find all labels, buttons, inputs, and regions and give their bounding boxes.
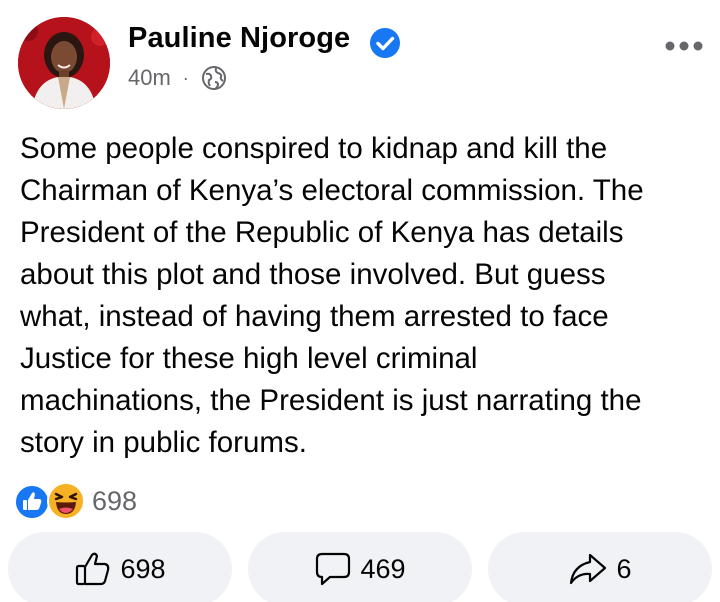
meta-separator: · bbox=[182, 67, 189, 88]
post-timestamp[interactable]: 40m bbox=[128, 65, 171, 91]
haha-reaction-icon bbox=[47, 482, 85, 520]
like-button[interactable]: 698 bbox=[8, 532, 232, 602]
more-options-icon[interactable] bbox=[663, 34, 705, 58]
like-count: 698 bbox=[120, 553, 166, 584]
globe-icon bbox=[201, 66, 226, 90]
comment-bubble-icon bbox=[316, 552, 351, 586]
share-arrow-icon bbox=[570, 553, 607, 585]
post-meta: 40m · bbox=[128, 63, 227, 93]
profile-photo-icon bbox=[18, 17, 110, 109]
reactions-summary[interactable]: 698 bbox=[14, 481, 137, 521]
share-count: 6 bbox=[616, 553, 632, 584]
post-card: Pauline Njoroge 40m · Some people conspi… bbox=[0, 0, 720, 602]
author-name[interactable]: Pauline Njoroge bbox=[128, 22, 350, 55]
reaction-icons bbox=[14, 482, 86, 520]
post-body-text: Some people conspired to kidnap and kill… bbox=[20, 132, 644, 459]
comment-button[interactable]: 469 bbox=[248, 532, 472, 602]
share-button[interactable]: 6 bbox=[488, 532, 712, 602]
author-avatar[interactable] bbox=[18, 17, 110, 109]
verified-badge-icon bbox=[370, 28, 400, 58]
thumbs-up-icon bbox=[76, 552, 110, 586]
reaction-count: 698 bbox=[92, 485, 138, 516]
action-bar: 698 469 6 bbox=[0, 532, 720, 602]
comment-count: 469 bbox=[360, 553, 406, 584]
like-reaction-icon bbox=[14, 484, 50, 520]
